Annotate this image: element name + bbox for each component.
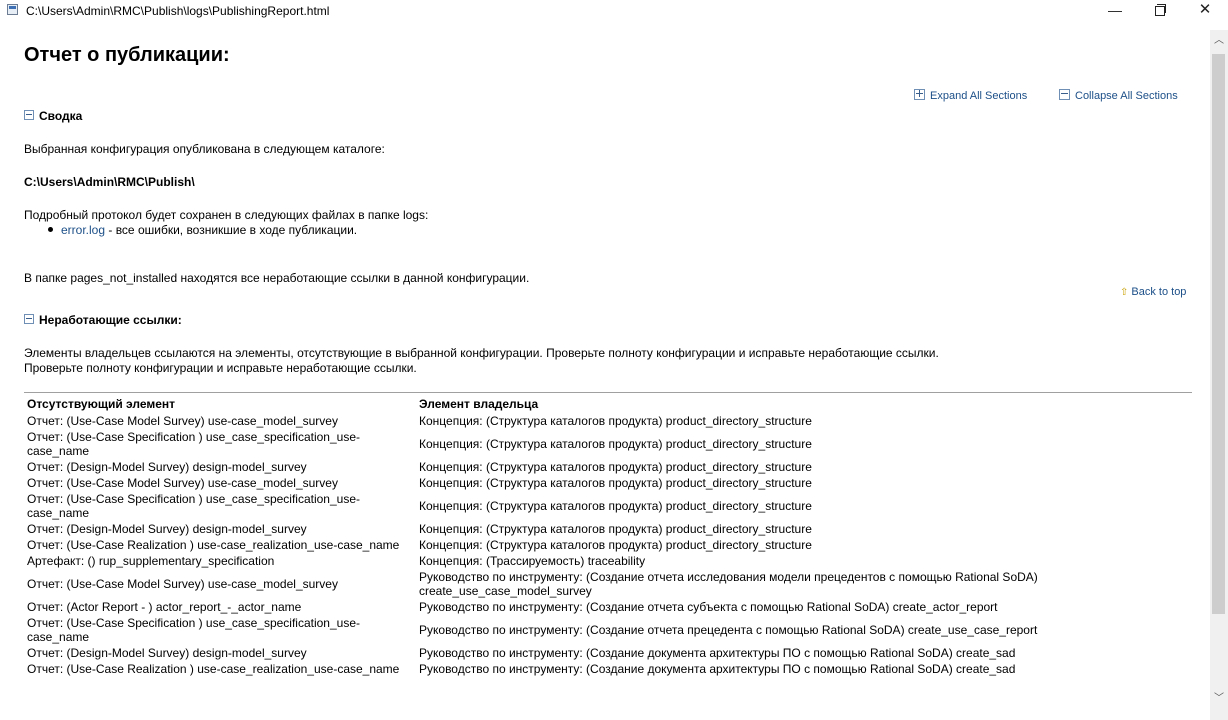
- summary-section-header[interactable]: Сводка: [24, 109, 82, 123]
- back-to-top-link[interactable]: ⇧ Back to top: [1120, 286, 1186, 298]
- scroll-thumb[interactable]: [1212, 54, 1225, 614]
- owner-element-cell: Концепция: (Структура каталогов продукта…: [419, 522, 812, 536]
- owner-element-cell: Руководство по инструменту: (Создание от…: [419, 570, 1038, 598]
- close-button[interactable]: ✕: [1182, 0, 1228, 22]
- collapse-all-link[interactable]: Collapse All Sections: [1059, 89, 1178, 102]
- missing-element-cell: Отчет: (Use-Case Realization ) use-case_…: [27, 662, 400, 676]
- vertical-scrollbar[interactable]: ︿ ﹀: [1210, 30, 1228, 720]
- owner-element-cell: Концепция: (Структура каталогов продукта…: [419, 460, 812, 474]
- publish-path: C:\Users\Admin\RMC\Publish\: [24, 175, 195, 189]
- list-item: error.log - все ошибки, возникшие в ходе…: [48, 223, 357, 237]
- missing-element-cell: Отчет: (Use-Case Specification ) use_cas…: [27, 616, 360, 644]
- missing-element-cell: Отчет: (Use-Case Model Survey) use-case_…: [27, 414, 338, 428]
- table-row: Отчет: (Design-Model Survey) design-mode…: [24, 459, 1182, 475]
- broken-links-section-header[interactable]: Неработающие ссылки:: [24, 313, 182, 327]
- table-row: Отчет: (Use-Case Specification ) use_cas…: [24, 615, 1182, 645]
- divider: [24, 392, 1192, 393]
- page-title: Отчет о публикации:: [24, 44, 230, 66]
- missing-element-cell: Отчет: (Use-Case Model Survey) use-case_…: [27, 476, 338, 490]
- col-owner-header: Элемент владельца: [419, 397, 539, 411]
- table-row: Артефакт: () rup_supplementary_specifica…: [24, 553, 1182, 569]
- owner-element-cell: Концепция: (Структура каталогов продукта…: [419, 499, 812, 513]
- missing-element-cell: Отчет: (Use-Case Specification ) use_cas…: [27, 430, 360, 458]
- owner-element-cell: Концепция: (Структура каталогов продукта…: [419, 476, 812, 490]
- minimize-button[interactable]: —: [1092, 0, 1138, 22]
- missing-element-cell: Отчет: (Actor Report - ) actor_report_-_…: [27, 600, 302, 614]
- scroll-down-arrow-icon[interactable]: ﹀: [1210, 690, 1228, 708]
- bullet-icon: [48, 227, 53, 232]
- table-row: Отчет: (Use-Case Model Survey) use-case_…: [24, 569, 1182, 599]
- broken-links-desc-1: Элементы владельцев ссылаются на элемент…: [24, 346, 939, 360]
- error-log-link[interactable]: error.log: [61, 223, 105, 237]
- table-row: Отчет: (Design-Model Survey) design-mode…: [24, 645, 1182, 661]
- owner-element-cell: Концепция: (Структура каталогов продукта…: [419, 437, 812, 451]
- table-row: Отчет: (Use-Case Specification ) use_cas…: [24, 429, 1182, 459]
- window-titlebar: C:\Users\Admin\RMC\Publish\logs\Publishi…: [0, 0, 1228, 22]
- table-row: Отчет: (Use-Case Model Survey) use-case_…: [24, 475, 1182, 491]
- back-to-top-label: Back to top: [1131, 286, 1187, 298]
- collapse-section-icon[interactable]: [24, 314, 34, 324]
- maximize-button[interactable]: [1137, 0, 1183, 22]
- summary-line-3: В папке pages_not_installed находятся вс…: [24, 271, 530, 285]
- window-title: C:\Users\Admin\RMC\Publish\logs\Publishi…: [26, 4, 330, 18]
- collapse-icon: [1059, 89, 1070, 100]
- col-missing-header: Отсутствующий элемент: [27, 397, 176, 411]
- expand-all-link[interactable]: Expand All Sections: [914, 89, 1027, 102]
- scroll-up-arrow-icon[interactable]: ︿: [1210, 32, 1228, 50]
- owner-element-cell: Руководство по инструменту: (Создание от…: [419, 623, 1038, 637]
- summary-title: Сводка: [39, 109, 83, 123]
- section-actions: Expand All Sections Collapse All Section…: [0, 89, 1200, 105]
- owner-element-cell: Концепция: (Структура каталогов продукта…: [419, 414, 812, 428]
- missing-element-cell: Отчет: (Use-Case Model Survey) use-case_…: [27, 577, 338, 591]
- missing-element-cell: Отчет: (Design-Model Survey) design-mode…: [27, 460, 307, 474]
- broken-links-title: Неработающие ссылки:: [39, 313, 182, 327]
- broken-links-desc-2: Проверьте полноту конфигурации и исправь…: [24, 361, 417, 375]
- table-header-row: Отсутствующий элемент Элемент владельца: [24, 395, 1182, 413]
- table-row: Отчет: (Use-Case Realization ) use-case_…: [24, 661, 1182, 677]
- table-row: Отчет: (Use-Case Specification ) use_cas…: [24, 491, 1182, 521]
- owner-element-cell: Руководство по инструменту: (Создание до…: [419, 646, 1016, 660]
- document-icon: [7, 4, 18, 15]
- up-arrow-icon: ⇧: [1120, 287, 1129, 298]
- error-log-desc: - все ошибки, возникшие в ходе публикаци…: [105, 223, 358, 237]
- expand-icon: [914, 89, 925, 100]
- owner-element-cell: Руководство по инструменту: (Создание до…: [419, 662, 1016, 676]
- summary-line-2: Подробный протокол будет сохранен в след…: [24, 208, 429, 222]
- summary-line-1: Выбранная конфигурация опубликована в сл…: [24, 142, 385, 156]
- owner-element-cell: Концепция: (Структура каталогов продукта…: [419, 538, 812, 552]
- table-row: Отчет: (Design-Model Survey) design-mode…: [24, 521, 1182, 537]
- missing-element-cell: Отчет: (Use-Case Specification ) use_cas…: [27, 492, 360, 520]
- missing-element-cell: Отчет: (Design-Model Survey) design-mode…: [27, 646, 307, 660]
- owner-element-cell: Концепция: (Трассируемость) traceability: [419, 554, 646, 568]
- missing-element-cell: Артефакт: () rup_supplementary_specifica…: [27, 554, 275, 568]
- missing-element-cell: Отчет: (Design-Model Survey) design-mode…: [27, 522, 307, 536]
- missing-element-cell: Отчет: (Use-Case Realization ) use-case_…: [27, 538, 400, 552]
- collapse-all-label: Collapse All Sections: [1075, 90, 1178, 102]
- restore-icon: [1155, 4, 1166, 16]
- table-row: Отчет: (Actor Report - ) actor_report_-_…: [24, 599, 1182, 615]
- collapse-section-icon[interactable]: [24, 110, 34, 120]
- expand-all-label: Expand All Sections: [930, 90, 1028, 102]
- broken-links-table: Отсутствующий элемент Элемент владельца …: [24, 395, 1182, 677]
- table-row: Отчет: (Use-Case Realization ) use-case_…: [24, 537, 1182, 553]
- table-row: Отчет: (Use-Case Model Survey) use-case_…: [24, 413, 1182, 429]
- owner-element-cell: Руководство по инструменту: (Создание от…: [419, 600, 998, 614]
